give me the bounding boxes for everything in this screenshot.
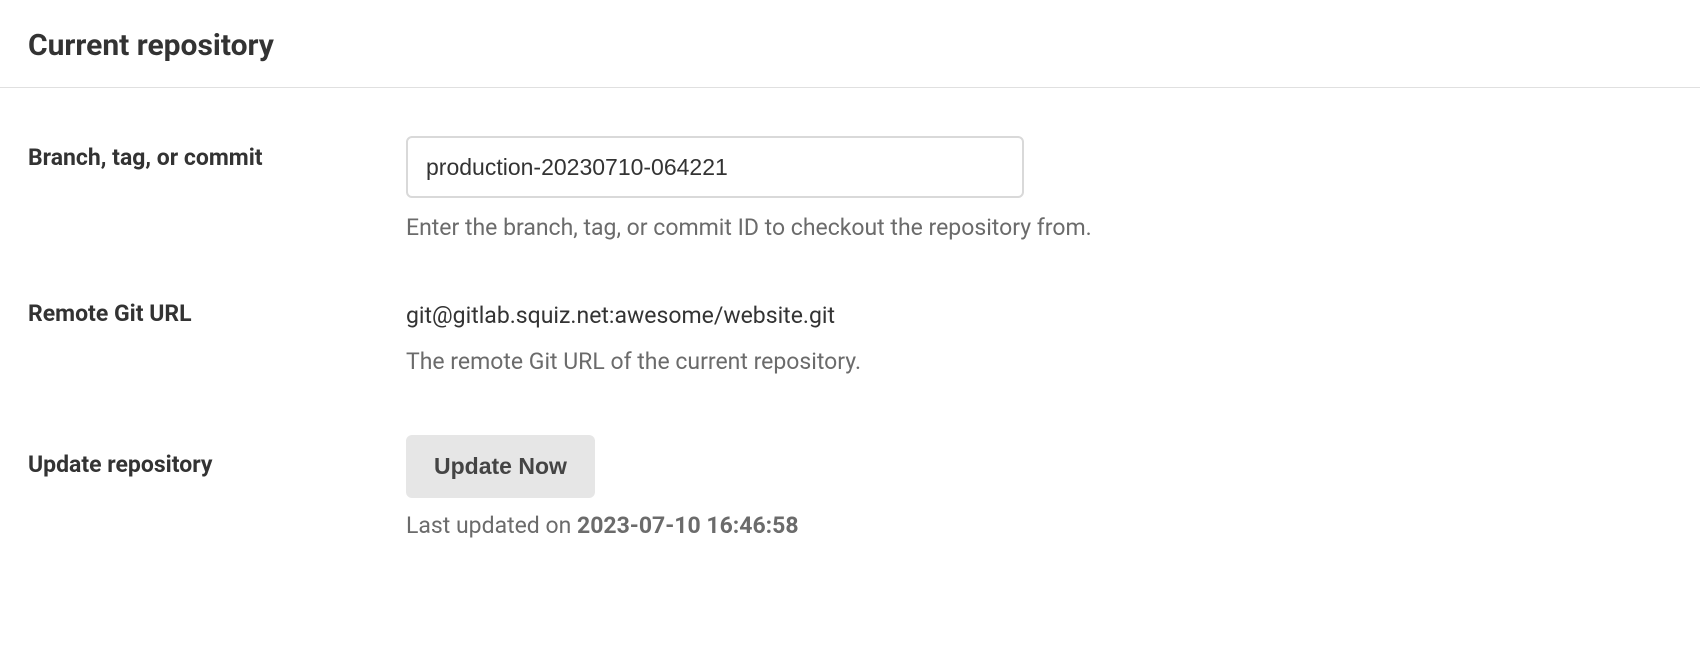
last-updated-timestamp: 2023-07-10 16:46:58 [577,512,799,539]
update-repo-row: Update repository Update Now Last update… [28,435,1672,539]
remote-url-row: Remote Git URL git@gitlab.squiz.net:awes… [28,300,1672,378]
remote-url-content: git@gitlab.squiz.net:awesome/website.git… [406,300,1672,378]
form-rows: Branch, tag, or commit Enter the branch,… [28,88,1672,539]
last-updated-prefix: Last updated on [406,512,577,539]
update-repo-label: Update repository [28,435,406,478]
update-repo-content: Update Now Last updated on 2023-07-10 16… [406,435,1672,539]
remote-url-help-text: The remote Git URL of the current reposi… [406,346,1672,378]
current-repository-section: Current repository Branch, tag, or commi… [0,0,1700,539]
last-updated-text: Last updated on 2023-07-10 16:46:58 [406,512,1672,539]
remote-url-value: git@gitlab.squiz.net:awesome/website.git [406,300,1672,332]
update-now-button[interactable]: Update Now [406,435,595,498]
branch-input[interactable] [406,136,1024,198]
section-title: Current repository [28,28,1672,87]
branch-row: Branch, tag, or commit Enter the branch,… [28,136,1672,244]
branch-content: Enter the branch, tag, or commit ID to c… [406,136,1672,244]
branch-help-text: Enter the branch, tag, or commit ID to c… [406,212,1672,244]
branch-label: Branch, tag, or commit [28,136,406,171]
remote-url-label: Remote Git URL [28,300,406,327]
